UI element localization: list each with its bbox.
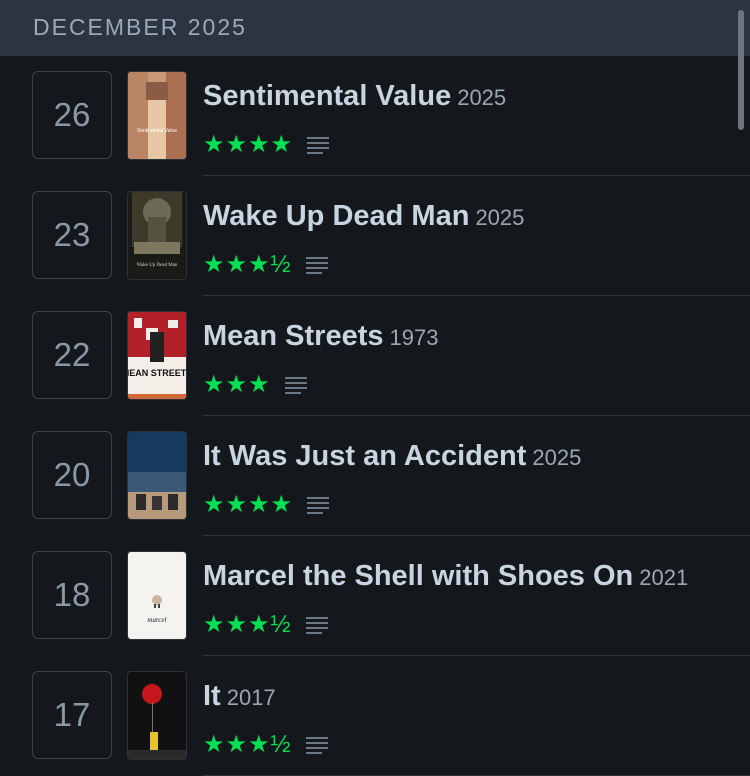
star-rating: ★★★★	[203, 491, 294, 518]
film-poster[interactable]: Sentimental Value	[127, 71, 187, 160]
day-number[interactable]: 17	[32, 671, 112, 759]
diary-entry[interactable]: 26 Sentimental Value Sentimental Value 20…	[0, 56, 750, 176]
day-number[interactable]: 26	[32, 71, 112, 159]
review-lines-icon[interactable]	[305, 255, 328, 275]
film-title-line[interactable]: Wake Up Dead Man 2025	[203, 200, 524, 233]
month-header: DECEMBER 2025	[0, 0, 750, 56]
diary-entry[interactable]: 23 Wake Up Dead Man Wake Up Dead Man 2025…	[0, 176, 750, 296]
month-title: DECEMBER 2025	[33, 14, 247, 40]
film-year[interactable]: 2025	[457, 85, 506, 110]
rating-line: ★★★★	[203, 131, 330, 159]
star-rating: ★★★★	[203, 131, 294, 158]
review-lines-icon[interactable]	[284, 375, 307, 395]
film-poster[interactable]: marcel	[127, 551, 187, 640]
diary-entry[interactable]: 22 MEAN STREETS Mean Streets1973 ★★★	[0, 296, 750, 416]
star-rating: ★★★	[203, 371, 271, 398]
day-number[interactable]: 20	[32, 431, 112, 519]
diary-entry[interactable]: 17 It 2017 ★★★½	[0, 656, 750, 776]
film-year[interactable]: 2025	[475, 205, 524, 230]
poster-text: Sentimental Value	[137, 128, 177, 134]
star-rating: ★★★½	[203, 611, 292, 638]
rating-line: ★★★½	[203, 611, 328, 639]
film-year[interactable]: 2021	[639, 565, 688, 590]
film-title[interactable]: It Was Just an Accident	[203, 440, 526, 472]
film-poster[interactable]: MEAN STREETS	[127, 311, 187, 400]
film-poster[interactable]: Wake Up Dead Man	[127, 191, 187, 280]
diary-entry[interactable]: 18 marcel Marcel the Shell with Shoes On…	[0, 536, 750, 656]
film-title[interactable]: Wake Up Dead Man	[203, 200, 469, 232]
film-title[interactable]: Marcel the Shell with Shoes On	[203, 560, 633, 592]
review-lines-icon[interactable]	[305, 735, 328, 755]
diary-entry[interactable]: 20 It Was Just an Accident 2025 ★★★★	[0, 416, 750, 536]
film-title-line[interactable]: It 2017	[203, 680, 276, 713]
rating-line: ★★★½	[203, 251, 328, 279]
rating-line: ★★★★	[203, 491, 330, 519]
film-title-line[interactable]: Marcel the Shell with Shoes On 2021	[203, 560, 688, 593]
film-title-line[interactable]: Sentimental Value 2025	[203, 80, 506, 113]
film-title-line[interactable]: Mean Streets 1973	[203, 320, 438, 353]
film-year[interactable]: 2017	[227, 685, 276, 710]
film-year[interactable]: 2025	[532, 445, 581, 470]
rating-line: ★★★½	[203, 731, 328, 759]
star-rating: ★★★½	[203, 731, 292, 758]
day-number[interactable]: 23	[32, 191, 112, 279]
film-poster[interactable]	[127, 431, 187, 520]
review-lines-icon[interactable]	[305, 615, 328, 635]
film-year[interactable]: 1973	[390, 325, 439, 350]
poster-text: marcel	[147, 616, 166, 624]
star-rating: ★★★½	[203, 251, 292, 278]
film-title[interactable]: Mean Streets	[203, 320, 384, 352]
review-lines-icon[interactable]	[307, 135, 330, 155]
day-number[interactable]: 22	[32, 311, 112, 399]
film-title-line[interactable]: It Was Just an Accident 2025	[203, 440, 581, 473]
rating-line: ★★★	[203, 371, 307, 399]
film-title[interactable]: Sentimental Value	[203, 80, 451, 112]
poster-text: Wake Up Dead Man	[137, 263, 178, 268]
film-title[interactable]: It	[203, 680, 221, 712]
day-number[interactable]: 18	[32, 551, 112, 639]
film-poster[interactable]	[127, 671, 187, 760]
review-lines-icon[interactable]	[307, 495, 330, 515]
poster-text: MEAN STREETS	[128, 368, 186, 378]
